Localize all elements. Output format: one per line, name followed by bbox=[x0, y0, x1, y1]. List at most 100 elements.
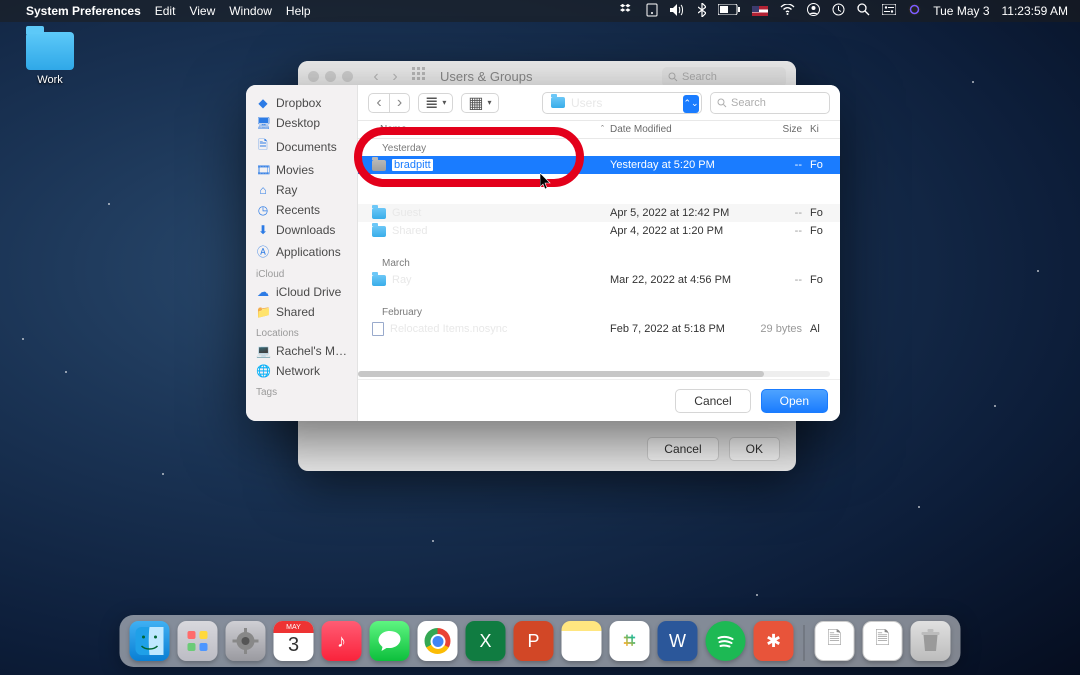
desktop-folder-work[interactable]: Work bbox=[20, 32, 80, 86]
open-button[interactable]: Open bbox=[761, 389, 828, 413]
dock-trash[interactable] bbox=[911, 621, 951, 661]
prefs-search[interactable]: Search bbox=[662, 67, 786, 87]
file-row-guest[interactable]: Guest Apr 5, 2022 at 12:42 PM -- Fo bbox=[358, 204, 840, 222]
sidebar-item-applications[interactable]: ⒶApplications bbox=[246, 240, 357, 263]
menu-help[interactable]: Help bbox=[286, 4, 311, 18]
dock-document[interactable]: 🗎 bbox=[863, 621, 903, 661]
dock-chrome[interactable] bbox=[418, 621, 458, 661]
sidebar-item-dropbox[interactable]: ◆Dropbox bbox=[246, 93, 357, 113]
file-size: -- bbox=[752, 225, 810, 237]
group-header: February bbox=[358, 303, 840, 320]
nav-forward-icon[interactable]: › bbox=[389, 94, 409, 112]
list-view-icon: ≣ bbox=[425, 93, 438, 113]
laptop-icon: 💻 bbox=[256, 344, 270, 358]
file-list: Yesterday bradpitt Yesterday at 5:20 PM … bbox=[358, 139, 840, 379]
sidebar-item-documents[interactable]: 🗎Documents bbox=[246, 133, 357, 160]
folder-icon bbox=[372, 275, 386, 286]
input-source-icon[interactable] bbox=[752, 6, 768, 16]
alias-file-icon bbox=[372, 322, 384, 336]
show-all-icon[interactable] bbox=[412, 67, 426, 86]
file-row-relocated[interactable]: Relocated Items.nosync Feb 7, 2022 at 5:… bbox=[358, 320, 840, 338]
cancel-button[interactable]: Cancel bbox=[675, 389, 750, 413]
view-list-button[interactable]: ≣▾ bbox=[418, 93, 453, 113]
finder-sidebar: ◆Dropbox 🖥Desktop 🗎Documents 🎞Movies ⌂Ra… bbox=[246, 85, 358, 421]
siri-icon[interactable] bbox=[908, 3, 921, 19]
sidebar-label: Downloads bbox=[276, 223, 335, 237]
dock-messages[interactable] bbox=[370, 621, 410, 661]
file-row-shared[interactable]: Shared Apr 4, 2022 at 1:20 PM -- Fo bbox=[358, 222, 840, 240]
col-name[interactable]: Name bbox=[380, 124, 407, 135]
user-icon[interactable] bbox=[807, 3, 820, 19]
prefs-ok-button[interactable]: OK bbox=[729, 437, 780, 461]
menubar-time[interactable]: 11:23:59 AM bbox=[1002, 4, 1069, 18]
sidebar-section-icloud: iCloud bbox=[246, 263, 357, 282]
dock-document[interactable]: 🗎 bbox=[815, 621, 855, 661]
dock-launchpad[interactable] bbox=[178, 621, 218, 661]
menu-window[interactable]: Window bbox=[229, 4, 272, 18]
sidebar-item-downloads[interactable]: ⬇ Downloads bbox=[246, 220, 357, 240]
menu-view[interactable]: View bbox=[189, 4, 215, 18]
menu-edit[interactable]: Edit bbox=[155, 4, 176, 18]
dock-support-app[interactable]: ✱ bbox=[754, 621, 794, 661]
sidebar-item-recents[interactable]: ◷Recents bbox=[246, 200, 357, 220]
spotlight-icon[interactable] bbox=[857, 3, 870, 19]
file-row-ray[interactable]: Ray Mar 22, 2022 at 4:56 PM -- Fo bbox=[358, 271, 840, 289]
dock-music[interactable]: ♪ bbox=[322, 621, 362, 661]
sidebar-item-ray[interactable]: ⌂Ray bbox=[246, 180, 357, 200]
horizontal-scrollbar[interactable] bbox=[358, 371, 830, 377]
col-kind[interactable]: Ki bbox=[810, 124, 840, 135]
app-menu[interactable]: System Preferences bbox=[26, 4, 141, 18]
sidebar-item-shared[interactable]: 📁Shared bbox=[246, 302, 357, 322]
nav-back-forward[interactable]: ‹› bbox=[367, 68, 404, 86]
nav-buttons[interactable]: ‹› bbox=[368, 93, 410, 113]
column-headers[interactable]: Nameˆ Date Modified Size Ki bbox=[358, 121, 840, 139]
file-kind: Fo bbox=[810, 225, 840, 237]
home-icon: ⌂ bbox=[256, 183, 270, 197]
dock-powerpoint[interactable]: P bbox=[514, 621, 554, 661]
sidebar-item-machine[interactable]: 💻 Rachel's M… bbox=[246, 341, 357, 361]
backup-status-icon[interactable] bbox=[646, 3, 658, 20]
dock-notes[interactable] bbox=[562, 621, 602, 661]
filename-edit-field[interactable]: bradpitt bbox=[392, 159, 433, 171]
file-date: Yesterday at 5:20 PM bbox=[610, 159, 752, 171]
battery-icon[interactable] bbox=[718, 4, 740, 18]
dialog-search[interactable]: Search bbox=[710, 92, 830, 114]
menubar-date[interactable]: Tue May 3 bbox=[933, 4, 989, 18]
file-row-bradpitt[interactable]: bradpitt Yesterday at 5:20 PM -- Fo bbox=[358, 156, 840, 174]
dock-slack[interactable]: ⌗ bbox=[610, 621, 650, 661]
bluetooth-icon[interactable] bbox=[698, 3, 706, 20]
open-dialog: ◆Dropbox 🖥Desktop 🗎Documents 🎞Movies ⌂Ra… bbox=[246, 85, 840, 421]
path-popup[interactable]: Users ⌃⌄ bbox=[542, 92, 702, 114]
dock-spotify[interactable] bbox=[706, 621, 746, 661]
prefs-cancel-button[interactable]: Cancel bbox=[647, 437, 718, 461]
dropbox-status-icon[interactable] bbox=[620, 3, 634, 20]
sidebar-item-network[interactable]: 🌐Network bbox=[246, 361, 357, 381]
group-by-button[interactable]: ▦▾ bbox=[461, 93, 498, 113]
downloads-icon: ⬇ bbox=[256, 223, 270, 237]
traffic-lights[interactable] bbox=[308, 71, 353, 82]
nav-back-icon[interactable]: ‹ bbox=[369, 94, 389, 112]
dock-word[interactable]: W bbox=[658, 621, 698, 661]
col-size[interactable]: Size bbox=[752, 124, 810, 135]
window-title: Users & Groups bbox=[440, 69, 532, 84]
path-dropdown-icon[interactable]: ⌃⌄ bbox=[683, 95, 699, 113]
scrollbar-thumb[interactable] bbox=[358, 371, 764, 377]
calendar-day: 3 bbox=[288, 634, 299, 657]
dock-finder[interactable] bbox=[130, 621, 170, 661]
dock-excel[interactable]: X bbox=[466, 621, 506, 661]
sidebar-item-movies[interactable]: 🎞Movies bbox=[246, 160, 357, 180]
control-center-icon[interactable] bbox=[882, 4, 896, 18]
wifi-icon[interactable] bbox=[780, 4, 795, 18]
timemachine-icon[interactable] bbox=[832, 3, 845, 19]
dock-system-preferences[interactable] bbox=[226, 621, 266, 661]
col-date[interactable]: Date Modified bbox=[610, 124, 752, 135]
sidebar-label: Documents bbox=[276, 140, 337, 154]
sidebar-item-icloud-drive[interactable]: ☁iCloud Drive bbox=[246, 282, 357, 302]
sidebar-label: Rachel's M… bbox=[276, 344, 347, 358]
dock-separator bbox=[804, 625, 805, 661]
file-date: Mar 22, 2022 at 4:56 PM bbox=[610, 274, 752, 286]
sidebar-item-desktop[interactable]: 🖥Desktop bbox=[246, 113, 357, 133]
volume-icon[interactable] bbox=[670, 4, 686, 19]
file-kind: Al bbox=[810, 323, 840, 335]
dock-calendar[interactable]: MAY 3 bbox=[274, 621, 314, 661]
